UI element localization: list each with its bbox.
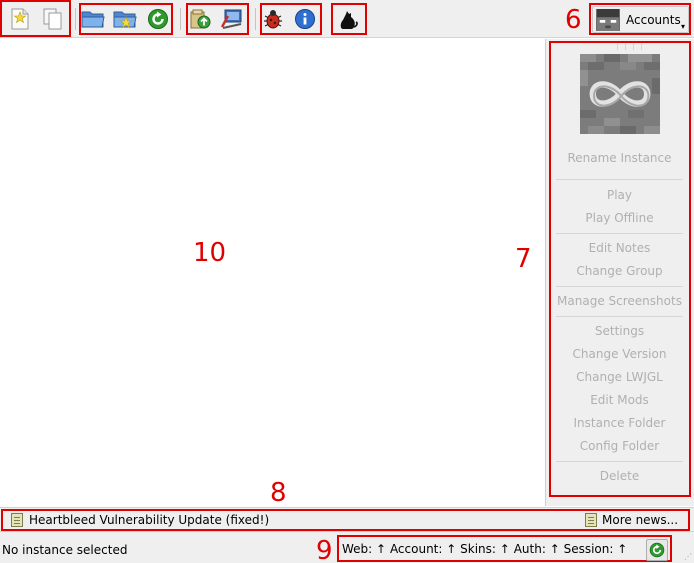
web-status-label: Web: [342, 542, 373, 556]
instance-sidebar: ⋮⋮⋮⋮ Rename Instance Play Play Offline E… [545, 39, 694, 506]
account-avatar [596, 8, 620, 31]
update-icon [190, 9, 211, 29]
copy-instance-button[interactable] [41, 7, 65, 31]
account-status-label: Account: [389, 542, 443, 556]
check-updates-button[interactable] [188, 7, 212, 31]
sidebar-separator [556, 461, 683, 462]
new-instance-icon [11, 8, 29, 30]
manage-screenshots-button[interactable]: Manage Screenshots [554, 294, 685, 308]
toolbar-separator [75, 8, 76, 30]
info-icon [295, 9, 315, 29]
sidebar-separator [556, 286, 683, 287]
account-status-arrow: ↑ [446, 542, 457, 556]
toolbar-separator [255, 8, 256, 30]
news-bar: Heartbleed Vulnerability Update (fixed!)… [0, 507, 694, 531]
instance-icon[interactable] [580, 54, 660, 134]
change-lwjgl-button[interactable]: Change LWJGL [554, 370, 685, 384]
steve-head-icon [597, 8, 619, 31]
more-news-link[interactable]: More news... [602, 513, 678, 527]
view-instances-folder-button[interactable] [81, 7, 105, 31]
annotation-label-7: 7 [515, 244, 532, 274]
refresh-icon [148, 9, 168, 29]
auth-status-arrow: ↑ [549, 542, 560, 556]
infinity-icon [580, 54, 660, 134]
accounts-button[interactable]: Accounts ▾ [592, 6, 689, 33]
session-status-arrow: ↑ [617, 542, 628, 556]
sidebar-separator [556, 179, 683, 180]
annotation-label-10: 10 [193, 238, 227, 268]
status-bar: No instance selected 9 Web: ↑ Account: ↑… [0, 531, 694, 563]
chevron-down-icon: ▾ [680, 22, 685, 31]
refresh-icon [649, 542, 665, 558]
sidebar-separator [556, 316, 683, 317]
about-button[interactable] [293, 7, 317, 31]
sidebar-separator [556, 233, 683, 234]
new-instance-button[interactable] [8, 7, 32, 31]
refresh-button[interactable] [146, 7, 170, 31]
annotation-label-8: 8 [270, 478, 287, 508]
cat-button[interactable] [336, 7, 360, 31]
rename-instance-button[interactable]: Rename Instance [554, 151, 685, 165]
change-version-button[interactable]: Change Version [554, 347, 685, 361]
delete-instance-button[interactable]: Delete [554, 469, 685, 483]
instance-list[interactable]: 10 7 [0, 39, 545, 506]
play-button[interactable]: Play [554, 188, 685, 202]
edit-mods-button[interactable]: Edit Mods [554, 393, 685, 407]
news-icon [11, 513, 23, 527]
news-headline-link[interactable]: Heartbleed Vulnerability Update (fixed!) [29, 513, 269, 527]
skins-status-arrow: ↑ [499, 542, 510, 556]
report-bug-button[interactable] [261, 7, 285, 31]
more-news-icon [585, 513, 597, 527]
cat-icon [340, 11, 358, 29]
skins-status-label: Skins: [460, 542, 496, 556]
main-toolbar: Accounts ▾ [0, 0, 694, 38]
folder-star-icon [113, 11, 137, 29]
edit-notes-button[interactable]: Edit Notes [554, 241, 685, 255]
resize-grip-icon[interactable]: ⋰ [684, 552, 692, 561]
config-folder-button[interactable]: Config Folder [554, 439, 685, 453]
copy-instance-icon [43, 8, 62, 30]
toolbar-separator [180, 8, 181, 30]
instance-folder-button[interactable]: Instance Folder [554, 416, 685, 430]
settings-icon [220, 9, 242, 29]
service-status-list: Web: ↑ Account: ↑ Skins: ↑ Auth: ↑ Sessi… [342, 542, 627, 556]
selection-status: No instance selected [2, 543, 128, 557]
settings-sidebar-button[interactable]: Settings [554, 324, 685, 338]
folder-open-icon [81, 11, 105, 28]
bug-icon [264, 10, 282, 29]
web-status-arrow: ↑ [376, 542, 387, 556]
annotation-label-6: 6 [565, 5, 582, 35]
view-central-folder-button[interactable] [113, 7, 137, 31]
play-offline-button[interactable]: Play Offline [554, 211, 685, 225]
settings-button[interactable] [220, 7, 244, 31]
annotation-label-9: 9 [316, 536, 333, 563]
change-group-button[interactable]: Change Group [554, 264, 685, 278]
auth-status-label: Auth: [513, 542, 546, 556]
refresh-status-button[interactable] [646, 539, 668, 561]
session-status-label: Session: [563, 542, 614, 556]
accounts-label: Accounts [626, 12, 681, 27]
